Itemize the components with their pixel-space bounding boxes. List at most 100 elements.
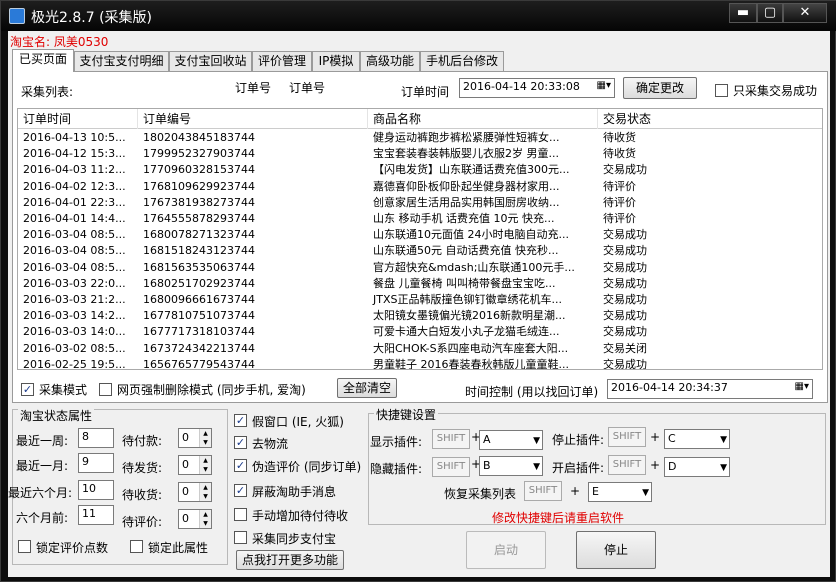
spin-arrows-icon[interactable]: ▲ ▼ — [199, 456, 211, 474]
pending-recv-stepper[interactable]: 0 ▲ ▼ — [178, 482, 212, 502]
cell-product-name: 创意家居生活用品实用韩国厨房收纳... — [373, 195, 560, 209]
pending-ship-label: 待发货: — [122, 461, 163, 475]
tab-alipay-recycle[interactable]: 支付宝回收站 — [169, 51, 252, 71]
pending-review-stepper[interactable]: 0 ▲ ▼ — [178, 509, 212, 529]
order-time-picker[interactable]: 2016-04-14 20:33:08 ▦▾ — [459, 78, 615, 98]
table-row[interactable]: 2016-04-01 14:4... 1764555878293744 山东 移动手… — [18, 211, 822, 227]
table-row[interactable]: 2016-03-03 22:0... 1680251702923744 餐盘 儿童餐… — [18, 276, 822, 292]
table-row[interactable]: 2016-04-13 10:5... 1802043845183744 健身运动裤跑… — [18, 130, 822, 146]
lock-review-checkbox[interactable] — [18, 540, 31, 553]
force-delete-checkbox[interactable] — [99, 383, 112, 396]
stop-plugin-label: 停止插件: — [552, 433, 605, 447]
collect-mode-label: 采集模式 — [39, 383, 88, 397]
chevron-down-icon: ▼ — [533, 462, 540, 472]
open-more-button[interactable]: 点我打开更多功能 — [236, 550, 344, 570]
table-row[interactable]: 2016-02-25 19:5... 1656765779543744 男童鞋子 2… — [18, 357, 822, 369]
cell-order-time: 2016-04-12 15:3... — [23, 147, 126, 161]
remove-logistics-checkbox[interactable]: ✓ — [234, 436, 247, 449]
before-six-input[interactable]: 11 — [78, 505, 114, 525]
cell-trade-status: 交易成功 — [603, 325, 647, 339]
order-time-value: 2016-04-14 20:33:08 — [463, 80, 580, 93]
table-row[interactable]: 2016-04-12 15:3... 1799952327903744 宝宝套装春装… — [18, 146, 822, 162]
open-plugin-label: 开启插件: — [552, 461, 605, 475]
col-product-name[interactable]: 商品名称 — [368, 109, 598, 129]
start-button[interactable]: 启动 — [466, 531, 546, 569]
only-success-checkbox[interactable] — [715, 84, 728, 97]
close-button[interactable]: ✕ — [783, 3, 827, 23]
table-row[interactable]: 2016-03-03 14:2... 1677810751073744 太阳镜女墨镜… — [18, 308, 822, 324]
table-row[interactable]: 2016-03-03 14:0... 1677717318103744 可爱卡通大白… — [18, 324, 822, 340]
pending-ship-stepper[interactable]: 0 ▲ ▼ — [178, 455, 212, 475]
restart-note: 修改快捷键后请重启软件 — [492, 511, 625, 525]
open-plugin-key-select[interactable]: D ▼ — [664, 457, 730, 477]
lock-props-checkbox[interactable] — [130, 540, 143, 553]
tab-bought[interactable]: 已买页面 — [12, 49, 74, 72]
order-no-label-a: 订单号 — [235, 81, 272, 95]
tab-alipay-detail[interactable]: 支付宝支付明细 — [74, 51, 169, 71]
table-row[interactable]: 2016-04-01 22:3... 1767381938273744 创意家居生活… — [18, 195, 822, 211]
app-window: 极光2.8.7 (采集版) ▬ ▢ ✕ 淘宝名: 凤美0530 已买页面 支付宝… — [0, 0, 836, 582]
pending-pay-stepper[interactable]: 0 ▲ ▼ — [178, 428, 212, 448]
app-icon — [9, 8, 25, 24]
cell-order-time: 2016-03-03 14:0... — [23, 325, 126, 339]
restore-list-key-select[interactable]: E ▼ — [588, 482, 652, 502]
cell-order-number: 1799952327903744 — [143, 147, 255, 161]
orders-table[interactable]: 订单时间 订单编号 商品名称 交易状态 2016-04-13 10:5... 18… — [17, 108, 823, 370]
shift-key: SHIFT — [608, 455, 646, 475]
table-row[interactable]: 2016-04-02 12:3... 1768109629923744 嘉德喜仰卧板… — [18, 179, 822, 195]
tab-ip-simulate[interactable]: IP模拟 — [312, 51, 360, 71]
hide-plugin-key-select[interactable]: B ▼ — [479, 456, 543, 476]
cell-order-number: 1677717318103744 — [143, 325, 255, 339]
tab-advanced[interactable]: 高级功能 — [360, 51, 420, 71]
minimize-button[interactable]: ▬ — [729, 3, 757, 23]
stop-button[interactable]: 停止 — [576, 531, 656, 569]
fake-review-checkbox[interactable]: ✓ — [234, 459, 247, 472]
cell-product-name: 大阳CHOK-S系四座电动汽车座套大阳... — [373, 341, 569, 355]
block-aitao-checkbox[interactable]: ✓ — [234, 484, 247, 497]
stop-plugin-key-select[interactable]: C ▼ — [664, 429, 730, 449]
col-order-time[interactable]: 订单时间 — [18, 109, 138, 129]
week-input[interactable]: 8 — [78, 428, 114, 448]
time-control-picker[interactable]: 2016-04-14 20:34:37 ▦▾ — [607, 379, 813, 399]
pending-pay-label: 待付款: — [122, 434, 163, 448]
calendar-icon[interactable]: ▦▾ — [795, 381, 809, 392]
collect-mode-checkbox[interactable]: ✓ — [21, 383, 34, 396]
table-row[interactable]: 2016-04-03 11:2... 1770960328153744 【闪电发货】… — [18, 162, 822, 178]
col-order-number[interactable]: 订单编号 — [138, 109, 368, 129]
cell-order-time: 2016-03-03 14:2... — [23, 309, 126, 323]
tab-mobile-backend[interactable]: 手机后台修改 — [420, 51, 504, 71]
chevron-down-icon: ▼ — [533, 436, 540, 446]
title-bar[interactable]: 极光2.8.7 (采集版) ▬ ▢ ✕ — [1, 1, 836, 31]
week-label: 最近一周: — [16, 434, 69, 448]
six-month-input[interactable]: 10 — [78, 480, 114, 500]
maximize-button[interactable]: ▢ — [757, 3, 783, 23]
clear-all-button[interactable]: 全部清空 — [337, 378, 397, 398]
spin-arrows-icon[interactable]: ▲ ▼ — [199, 510, 211, 528]
table-row[interactable]: 2016-03-03 21:2... 1680096661673744 JTXS正品… — [18, 292, 822, 308]
spin-arrows-icon[interactable]: ▲ ▼ — [199, 483, 211, 501]
pending-recv-label: 待收货: — [122, 488, 163, 502]
manual-add-checkbox[interactable] — [234, 508, 247, 521]
cell-order-number: 1768109629923744 — [143, 179, 255, 193]
table-row[interactable]: 2016-03-04 08:5... 1681518243123744 山东联通50… — [18, 243, 822, 259]
block-aitao-label: 屏蔽淘助手消息 — [252, 485, 337, 499]
shop-name-label: 淘宝名: 凤美0530 — [10, 35, 109, 49]
table-row[interactable]: 2016-03-04 08:5... 1681563535063744 官方超快充&… — [18, 260, 822, 276]
fake-window-checkbox[interactable]: ✓ — [234, 414, 247, 427]
tab-review-manage[interactable]: 评价管理 — [252, 51, 312, 71]
cell-trade-status: 待评价 — [603, 195, 636, 209]
collect-sync-alipay-checkbox[interactable] — [234, 531, 247, 544]
month-label: 最近一月: — [16, 459, 69, 473]
cell-trade-status: 交易成功 — [603, 228, 647, 242]
cell-product-name: 可爱卡通大白短发小丸子龙猫毛绒连... — [373, 325, 560, 339]
cell-order-time: 2016-03-04 08:5... — [23, 228, 126, 242]
col-trade-status[interactable]: 交易状态 — [598, 109, 822, 129]
calendar-icon[interactable]: ▦▾ — [597, 80, 611, 91]
remove-logistics-label: 去物流 — [252, 437, 289, 451]
table-row[interactable]: 2016-03-02 08:5... 1673724342213744 大阳CHOK… — [18, 341, 822, 357]
month-input[interactable]: 9 — [78, 453, 114, 473]
confirm-change-button[interactable]: 确定更改 — [623, 77, 697, 99]
spin-arrows-icon[interactable]: ▲ ▼ — [199, 429, 211, 447]
table-row[interactable]: 2016-03-04 08:5... 1680078271323744 山东联通10… — [18, 227, 822, 243]
show-plugin-key-select[interactable]: A ▼ — [479, 430, 543, 450]
